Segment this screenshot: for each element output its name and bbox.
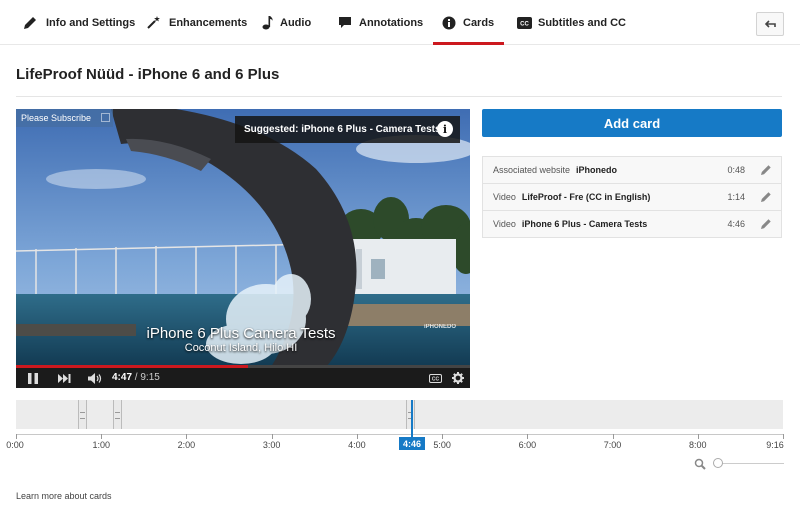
card-item[interactable]: Video iPhone 6 Plus - Camera Tests 4:46 — [483, 211, 781, 237]
add-card-button[interactable]: Add card — [482, 109, 782, 137]
tab-cards[interactable]: Cards — [432, 0, 505, 45]
close-icon[interactable] — [101, 113, 110, 122]
timeline-tick — [697, 434, 699, 439]
tab-label: Info and Settings — [46, 16, 136, 29]
card-item[interactable]: Associated website iPhonedo 0:48 — [483, 157, 781, 184]
volume-icon — [87, 372, 101, 384]
card-name: iPhone 6 Plus - Camera Tests — [521, 219, 648, 229]
svg-text:CC: CC — [520, 21, 529, 27]
skip-next-icon — [57, 373, 70, 383]
video-caption-overlay: iPhone 6 Plus Camera Tests Coconut Islan… — [141, 325, 341, 354]
info-icon — [441, 15, 457, 31]
suggested-text: Suggested: iPhone 6 Plus - Camera Tests — [244, 124, 441, 135]
info-icon[interactable]: i — [437, 121, 453, 137]
magic-wand-icon — [145, 15, 161, 31]
pencil-icon[interactable] — [760, 218, 772, 230]
timeline-tick — [527, 434, 529, 439]
tab-annotations[interactable]: Annotations — [337, 0, 423, 45]
timeline-tick — [101, 434, 103, 439]
timeline-tick — [356, 434, 358, 439]
editor-tab-bar: Info and Settings Enhancements Audio Ann… — [0, 0, 800, 45]
timeline-tick-label: 8:00 — [689, 440, 707, 450]
duration: / 9:15 — [134, 372, 160, 383]
timeline-tick-label: 1:00 — [92, 440, 110, 450]
playback-time: 4:47 / 9:15 — [112, 372, 160, 383]
speech-bubble-icon — [337, 15, 353, 31]
video-watermark: iPHONEDO — [424, 324, 457, 330]
caption-line-2: Coconut Island, Hilo HI — [184, 342, 298, 354]
tab-label: Annotations — [359, 16, 424, 29]
card-type: Associated website — [493, 165, 571, 175]
caption-line-1: iPhone 6 Plus Camera Tests — [146, 325, 336, 342]
timeline-tick — [442, 434, 444, 439]
current-time: 4:47 — [112, 372, 133, 383]
card-timeline[interactable] — [16, 400, 783, 429]
settings-button[interactable] — [451, 371, 465, 385]
subscribe-annotation[interactable]: Please Subscribe — [16, 109, 113, 127]
timeline-tick — [612, 434, 614, 439]
timeline-playhead[interactable] — [411, 400, 413, 438]
player-controls: 4:47 / 9:15 CC — [16, 368, 470, 388]
card-time: 1:14 — [727, 192, 745, 202]
music-note-icon — [260, 15, 276, 31]
volume-button[interactable] — [87, 371, 103, 385]
timeline-tick-label: 2:00 — [177, 440, 196, 450]
learn-more-link[interactable]: Learn more about cards — [16, 491, 112, 501]
timeline-tick — [16, 434, 17, 439]
cc-icon: CC — [516, 15, 532, 31]
timeline-tick-label: 7:00 — [603, 440, 622, 450]
tab-subtitles-and-cc[interactable]: CC Subtitles and CC — [516, 0, 626, 45]
card-item[interactable]: Video LifeProof - Fre (CC in English) 1:… — [483, 184, 781, 211]
timeline-tick-label: 0:00 — [6, 440, 24, 450]
pencil-icon[interactable] — [760, 191, 772, 203]
captions-button[interactable]: CC — [428, 371, 442, 385]
timeline-axis — [16, 434, 783, 435]
tab-label: Enhancements — [169, 16, 248, 29]
card-type: Video — [493, 219, 516, 229]
card-type: Video — [493, 192, 516, 202]
card-time: 0:48 — [727, 165, 745, 175]
timeline-tick-label: 9:16 — [766, 440, 784, 450]
timeline-tick — [271, 434, 273, 439]
suggested-card-teaser[interactable]: Suggested: iPhone 6 Plus - Camera Tests … — [235, 116, 460, 143]
cards-list: Associated website iPhonedo 0:48 Video L… — [482, 156, 782, 238]
pause-icon — [28, 372, 38, 384]
timeline-tick-label: 6:00 — [518, 440, 537, 450]
tab-audio[interactable]: Audio — [260, 0, 311, 45]
tab-enhancements[interactable]: Enhancements — [145, 0, 247, 45]
tab-label: Audio — [280, 16, 312, 29]
zoom-slider-track[interactable] — [716, 463, 784, 464]
card-marker[interactable] — [78, 400, 87, 429]
card-time: 4:46 — [727, 219, 745, 229]
tab-label: Cards — [463, 16, 495, 29]
pause-button[interactable] — [26, 371, 40, 385]
video-player[interactable]: Please Subscribe Suggested: iPhone 6 Plu… — [16, 109, 470, 388]
subscribe-label: Please Subscribe — [21, 113, 92, 123]
video-title: LifeProof Nüüd - iPhone 6 and 6 Plus — [16, 66, 280, 83]
timeline-current-time: 4:46 — [399, 437, 425, 450]
pencil-icon — [22, 15, 38, 31]
tab-info-and-settings[interactable]: Info and Settings — [22, 0, 135, 45]
pencil-icon[interactable] — [760, 164, 772, 176]
divider — [16, 96, 782, 97]
timeline-tick-label: 5:00 — [433, 440, 451, 450]
timeline-tick-label: 4:00 — [348, 440, 366, 450]
next-button[interactable] — [56, 371, 72, 385]
back-button[interactable] — [756, 12, 784, 36]
gear-icon — [452, 372, 464, 384]
timeline-tick-label: 3:00 — [262, 440, 281, 450]
timeline-tick — [783, 434, 784, 439]
card-name: iPhonedo — [576, 165, 618, 175]
zoom-slider-handle[interactable] — [713, 458, 723, 468]
back-arrow-icon — [764, 20, 776, 28]
svg-text:CC: CC — [431, 376, 439, 382]
timeline-tick — [186, 434, 188, 439]
cc-icon: CC — [428, 373, 442, 383]
tab-label: Subtitles and CC — [538, 16, 627, 29]
card-marker[interactable] — [113, 400, 122, 429]
card-name: LifeProof - Fre (CC in English) — [521, 192, 651, 202]
zoom-icon — [694, 458, 706, 470]
